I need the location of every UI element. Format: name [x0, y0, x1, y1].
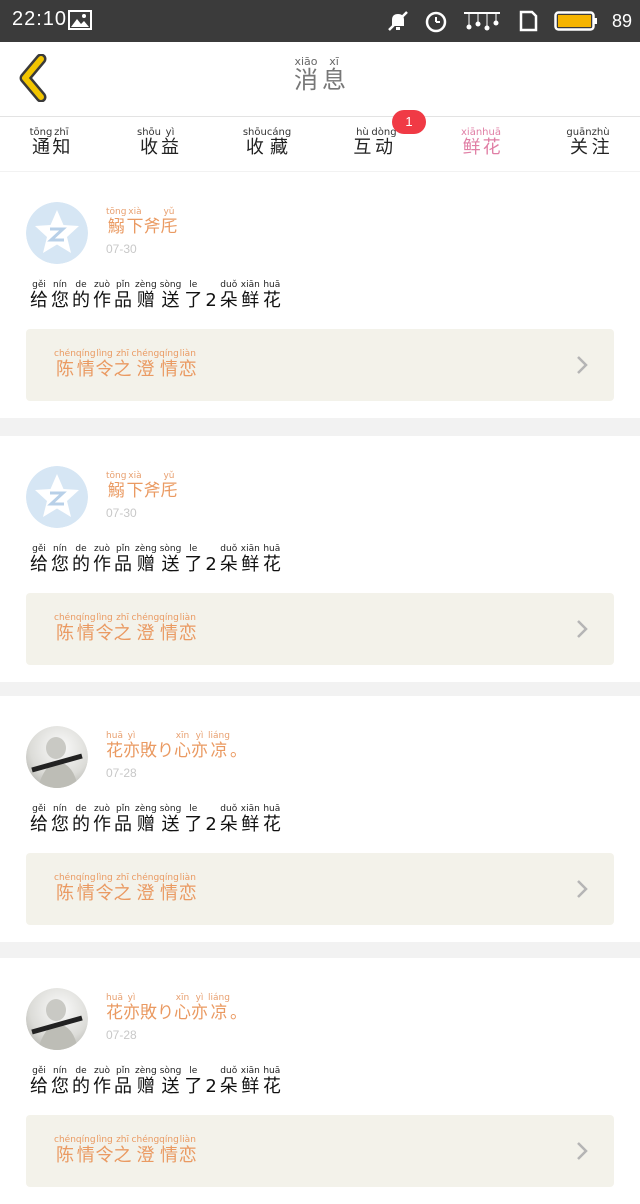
- work-link[interactable]: chén 陈 qíng 情 lìng 令 zhī 之 chéng 澄 qíng 情 liàn 恋: [26, 1115, 614, 1187]
- qzone-default-icon: [26, 466, 88, 528]
- tab-following[interactable]: guān 关 zhù 注: [566, 127, 609, 158]
- sender-name[interactable]: huā 花 yì 亦敗り xīn 心 yì 亦 liáng 凉。: [106, 993, 247, 1023]
- message-time: 07-30: [106, 242, 137, 256]
- work-title: chén 陈 qíng 情 lìng 令 zhī 之 chéng 澄 qíng 情 liàn 恋: [54, 613, 197, 644]
- user-photo-avatar: [26, 988, 88, 1050]
- notification-decor-icon: [463, 12, 500, 31]
- message-card: huā 花 yì 亦敗り xīn 心 yì 亦 liáng 凉。 07-28 gěi 给 nín 您 de…: [0, 696, 640, 942]
- message-card: huā 花 yì 亦敗り xīn 心 yì 亦 liáng 凉。 07-28 gěi 给 nín 您 de…: [0, 958, 640, 1204]
- avatar[interactable]: [26, 726, 88, 788]
- sender-name[interactable]: tōng 鰯 xià 下斧 yǔ 厇: [106, 471, 177, 501]
- avatar[interactable]: [26, 466, 88, 528]
- sender-name[interactable]: huā 花 yì 亦敗り xīn 心 yì 亦 liáng 凉。: [106, 731, 247, 761]
- avatar[interactable]: [26, 202, 88, 264]
- message-text: gěi 给 nín 您 de 的 zuò 作 pǐn 品 zèng 赠 sòng 送 le 了 2 duǒ 朵 xiā…: [30, 804, 281, 835]
- title-char: xiāo 消: [294, 55, 318, 94]
- tab-interactions[interactable]: hù 互 dòng 动: [353, 127, 396, 158]
- status-bar: 22:10 89: [0, 0, 640, 42]
- gallery-icon: [68, 10, 92, 30]
- work-title: chén 陈 qíng 情 lìng 令 zhī 之 chéng 澄 qíng 情 liàn 恋: [54, 349, 197, 380]
- work-link[interactable]: chén 陈 qíng 情 lìng 令 zhī 之 chéng 澄 qíng 情 liàn 恋: [26, 853, 614, 925]
- message-text: gěi 给 nín 您 de 的 zuò 作 pǐn 品 zèng 赠 sòng 送 le 了 2 duǒ 朵 xiā…: [30, 1066, 281, 1097]
- qzone-default-icon: [26, 202, 88, 264]
- mute-icon: [388, 11, 408, 31]
- work-title: chén 陈 qíng 情 lìng 令 zhī 之 chéng 澄 qíng 情 liàn 恋: [54, 873, 197, 904]
- tab-flowers[interactable]: xiān 鲜 huā 花: [460, 127, 502, 176]
- message-time: 07-30: [106, 506, 137, 520]
- work-link[interactable]: chén 陈 qíng 情 lìng 令 zhī 之 chéng 澄 qíng 情 liàn 恋: [26, 593, 614, 665]
- status-time: 22:10: [12, 8, 68, 30]
- tab-favorites[interactable]: shōu 收 cáng 藏: [243, 127, 291, 158]
- battery-percent: 89: [611, 10, 632, 31]
- work-title: chén 陈 qíng 情 lìng 令 zhī 之 chéng 澄 qíng 情 liàn 恋: [54, 1135, 197, 1166]
- message-text: gěi 给 nín 您 de 的 zuò 作 pǐn 品 zèng 赠 sòng 送 le 了 2 duǒ 朵 xiā…: [30, 280, 281, 311]
- battery-icon: [554, 11, 597, 31]
- tab-notifications[interactable]: tōng 通 zhī 知: [30, 127, 71, 158]
- sender-name[interactable]: tōng 鰯 xià 下斧 yǔ 厇: [106, 207, 177, 237]
- message-time: 07-28: [106, 1028, 137, 1042]
- message-card: tōng 鰯 xià 下斧 yǔ 厇 07-30 gěi 给 nín 您 de 的 zuò 作 pǐn 品 z…: [0, 436, 640, 682]
- sim-icon: [519, 10, 538, 32]
- work-link[interactable]: chén 陈 qíng 情 lìng 令 zhī 之 chéng 澄 qíng 情 liàn 恋: [26, 329, 614, 401]
- alarm-icon: [425, 11, 447, 33]
- chevron-right-icon: [577, 1142, 588, 1160]
- title-char: xī 息: [322, 55, 346, 94]
- page-title: xiāo 消 xī 息: [0, 56, 640, 93]
- message-card: tōng 鰯 xià 下斧 yǔ 厇 07-30 gěi 给 nín 您 de 的 zuò 作 pǐn 品 z…: [0, 172, 640, 418]
- interaction-count-badge: 1: [392, 110, 426, 134]
- chevron-right-icon: [577, 356, 588, 374]
- tab-bar: tōng 通 zhī 知 shōu 收 yì 益 shōu 收 cáng 藏 hù 互 dòng 动 x…: [0, 117, 640, 176]
- header-bar: xiāo 消 xī 息: [0, 42, 640, 117]
- message-text: gěi 给 nín 您 de 的 zuò 作 pǐn 品 zèng 赠 sòng 送 le 了 2 duǒ 朵 xiā…: [30, 544, 281, 575]
- avatar[interactable]: [26, 988, 88, 1050]
- tab-earnings[interactable]: shōu 收 yì 益: [137, 127, 179, 158]
- user-photo-avatar: [26, 726, 88, 788]
- chevron-right-icon: [577, 880, 588, 898]
- chevron-right-icon: [577, 620, 588, 638]
- message-time: 07-28: [106, 766, 137, 780]
